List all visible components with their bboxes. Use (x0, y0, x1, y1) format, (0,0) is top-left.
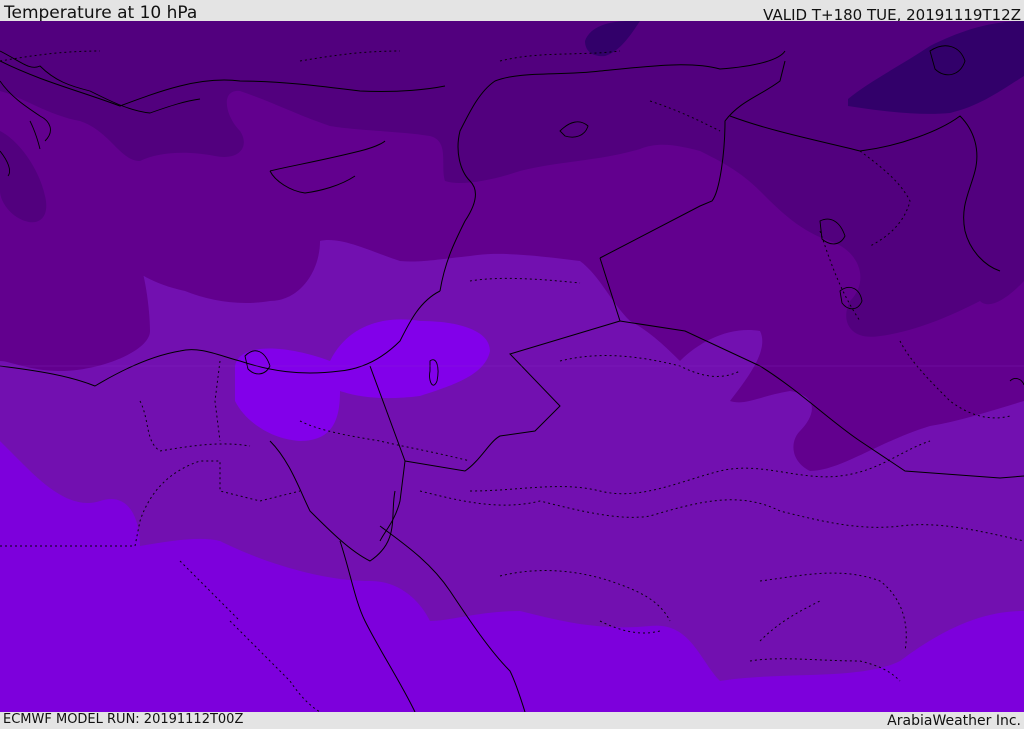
credit-label: ArabiaWeather Inc. (887, 713, 1021, 729)
map-canvas (0, 21, 1024, 712)
temperature-map (0, 21, 1024, 712)
model-run-label: ECMWF MODEL RUN: 20191112T00Z (3, 712, 244, 727)
chart-title: Temperature at 10 hPa (4, 3, 198, 23)
